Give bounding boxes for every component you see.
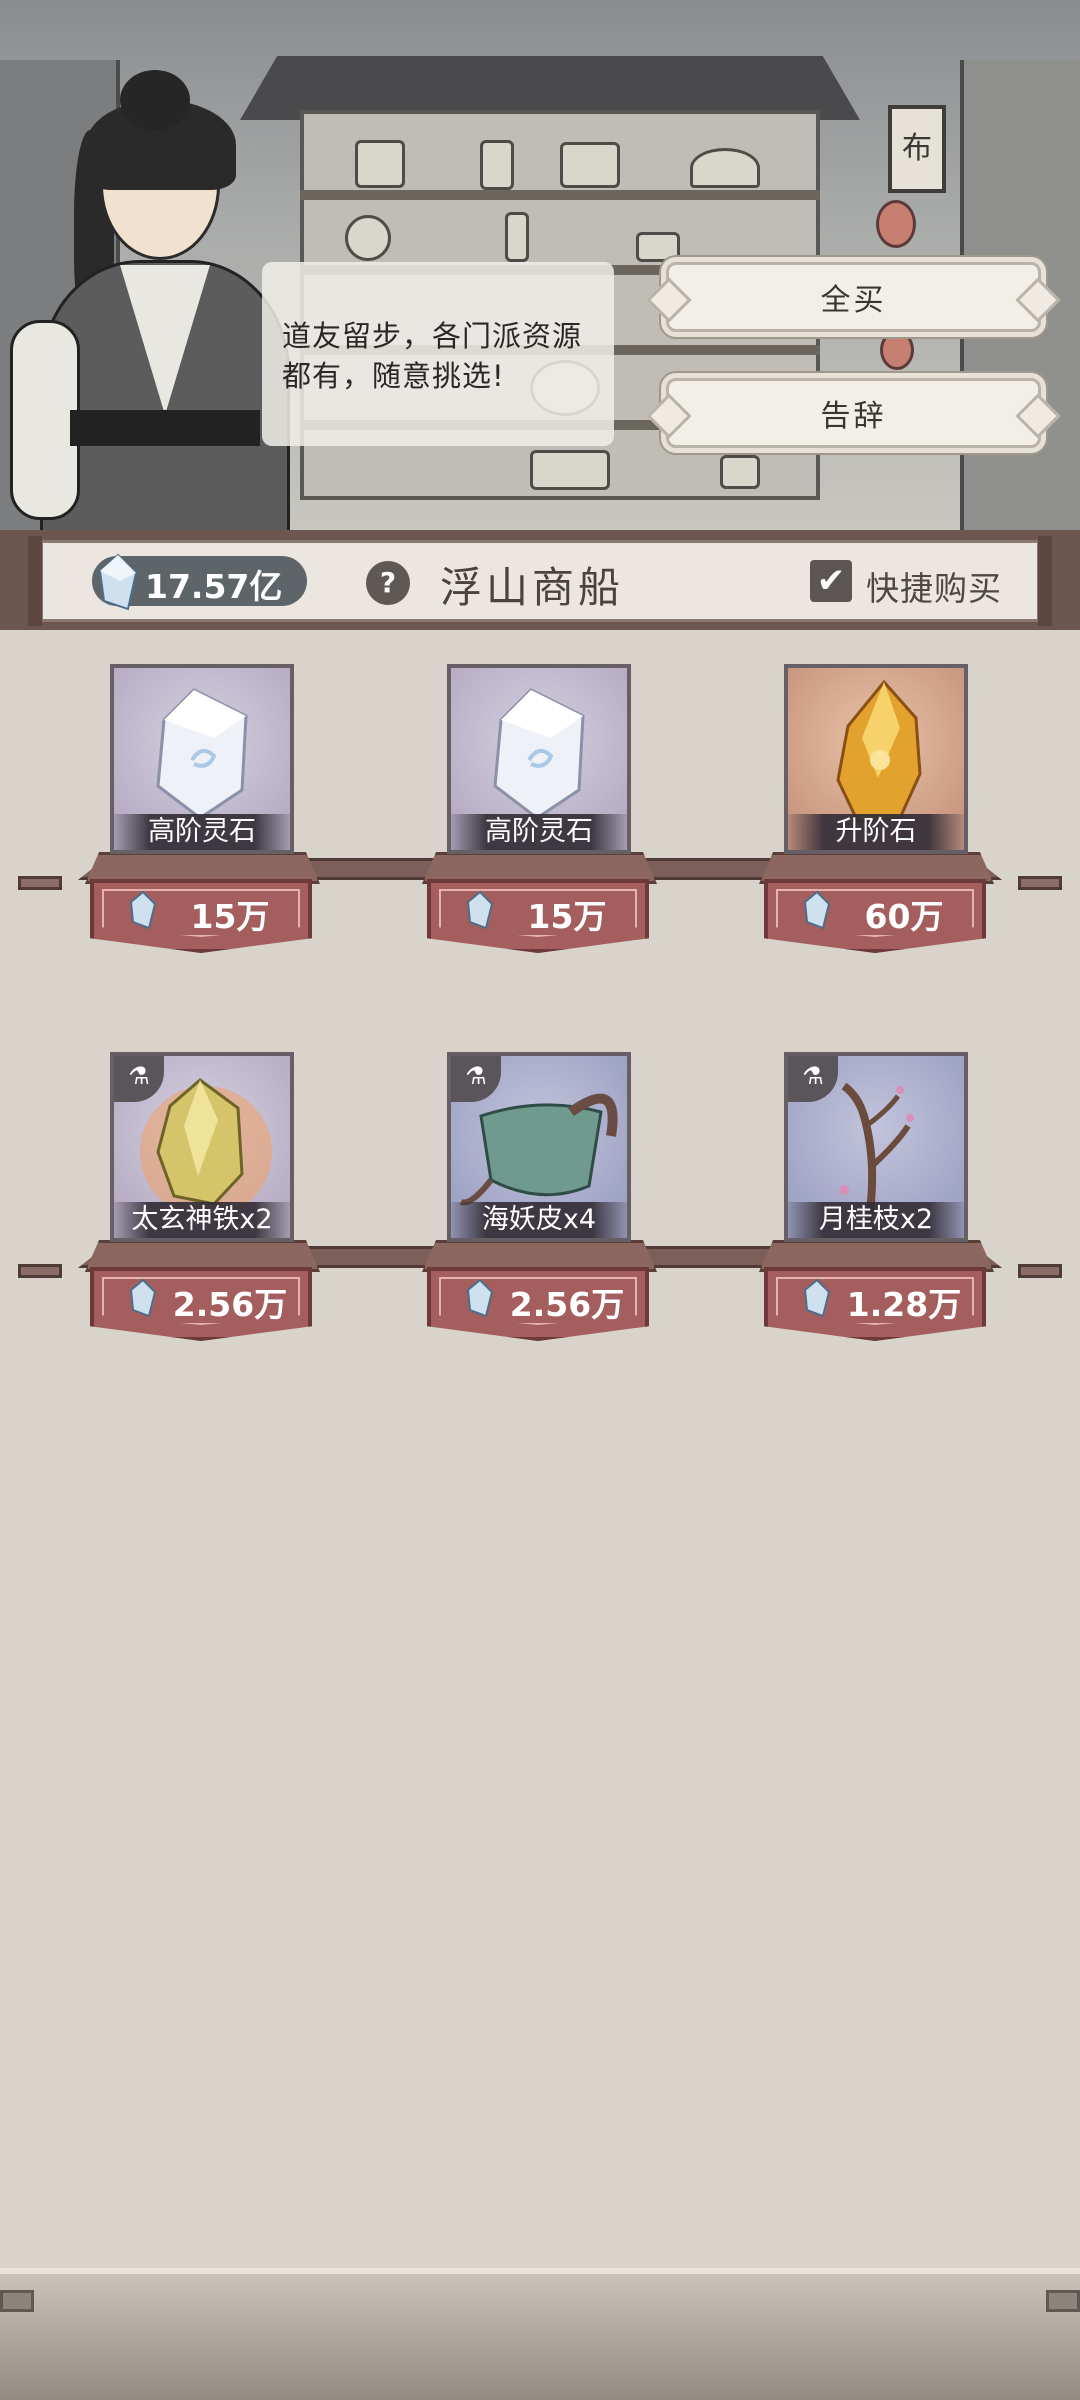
currency-value: 17.57亿 (145, 567, 283, 606)
spirit-stone-icon (803, 890, 831, 930)
item-name: 高阶灵石 (114, 814, 290, 850)
shop-item[interactable]: 高阶灵石 15万 (422, 664, 657, 964)
shelf-end (18, 1264, 62, 1278)
item-price: 2.56万 (172, 1285, 288, 1324)
shelf-jade (345, 215, 391, 261)
spirit-stone-icon (98, 553, 138, 611)
belt (70, 410, 260, 446)
farewell-button[interactable]: 告辞 (666, 378, 1041, 448)
shop-item[interactable]: ⚗ 海妖皮x4 2.56万 (422, 1052, 657, 1352)
shop-item[interactable]: ⚗ 太玄神铁x2 2.56万 (85, 1052, 320, 1352)
dialog-bubble: 道友留步，各门派资源 都有，随意挑选! (262, 262, 614, 446)
item-name: 高阶灵石 (451, 814, 627, 850)
item-price: 15万 (190, 897, 270, 936)
spirit-stone-icon (466, 1278, 494, 1318)
shop-item[interactable]: ⚗ 月桂枝x2 1.28万 (759, 1052, 994, 1352)
shelf-row (300, 190, 820, 200)
item-card[interactable]: ⚗ 海妖皮x4 (447, 1052, 631, 1242)
dialog-line: 都有，随意挑选! (282, 359, 505, 393)
item-name: 海妖皮x4 (451, 1202, 627, 1238)
spirit-stone-icon (466, 890, 494, 930)
spirit-stone-icon (129, 1278, 157, 1318)
help-icon[interactable]: ? (366, 561, 410, 605)
shelf-end (18, 876, 62, 890)
shelf-box (560, 142, 620, 188)
bottom-frame (0, 2268, 1080, 2400)
quick-buy-checkbox[interactable]: ✔ (810, 560, 852, 602)
item-card[interactable]: 高阶灵石 (447, 664, 631, 854)
lantern (880, 330, 914, 370)
frame-cap (1038, 536, 1052, 626)
shop-item[interactable]: 升阶石 60万 (759, 664, 994, 964)
item-price: 15万 (527, 897, 607, 936)
shop-roof (240, 56, 860, 120)
frame-cap (1046, 2290, 1080, 2312)
item-price: 2.56万 (509, 1285, 625, 1324)
shelf-end (1018, 876, 1062, 890)
item-price: 60万 (864, 897, 944, 936)
quick-buy-label[interactable]: 快捷购买 (866, 562, 1002, 610)
frame-cap (0, 2290, 34, 2312)
item-card[interactable]: ⚗ 太玄神铁x2 (110, 1052, 294, 1242)
buy-all-button[interactable]: 全买 (666, 262, 1041, 332)
item-name: 月桂枝x2 (788, 1202, 964, 1238)
item-card[interactable]: 高阶灵石 (110, 664, 294, 854)
shelf-fan (690, 148, 760, 188)
shelf-vase (480, 140, 514, 190)
shelf-box (720, 455, 760, 489)
item-name: 升阶石 (788, 814, 964, 850)
item-name: 太玄神铁x2 (114, 1202, 290, 1238)
shelf-end (1018, 1264, 1062, 1278)
shelf-box (636, 232, 680, 262)
page-title: 浮山商船 (440, 563, 625, 612)
item-card[interactable]: ⚗ 月桂枝x2 (784, 1052, 968, 1242)
shop-sign: 布 (888, 105, 946, 193)
shelf-vase (505, 212, 529, 262)
frame-cap (28, 536, 42, 626)
shelf-chest (530, 450, 610, 490)
shop-item[interactable]: 高阶灵石 15万 (85, 664, 320, 964)
item-price: 1.28万 (846, 1285, 962, 1324)
spirit-stone-icon (129, 890, 157, 930)
dialog-line: 道友留步，各门派资源 (282, 319, 583, 353)
hair-bun (120, 70, 190, 130)
item-card[interactable]: 升阶石 (784, 664, 968, 854)
shelf-jar (355, 140, 405, 188)
lantern (876, 200, 916, 248)
spirit-stone-icon (803, 1278, 831, 1318)
